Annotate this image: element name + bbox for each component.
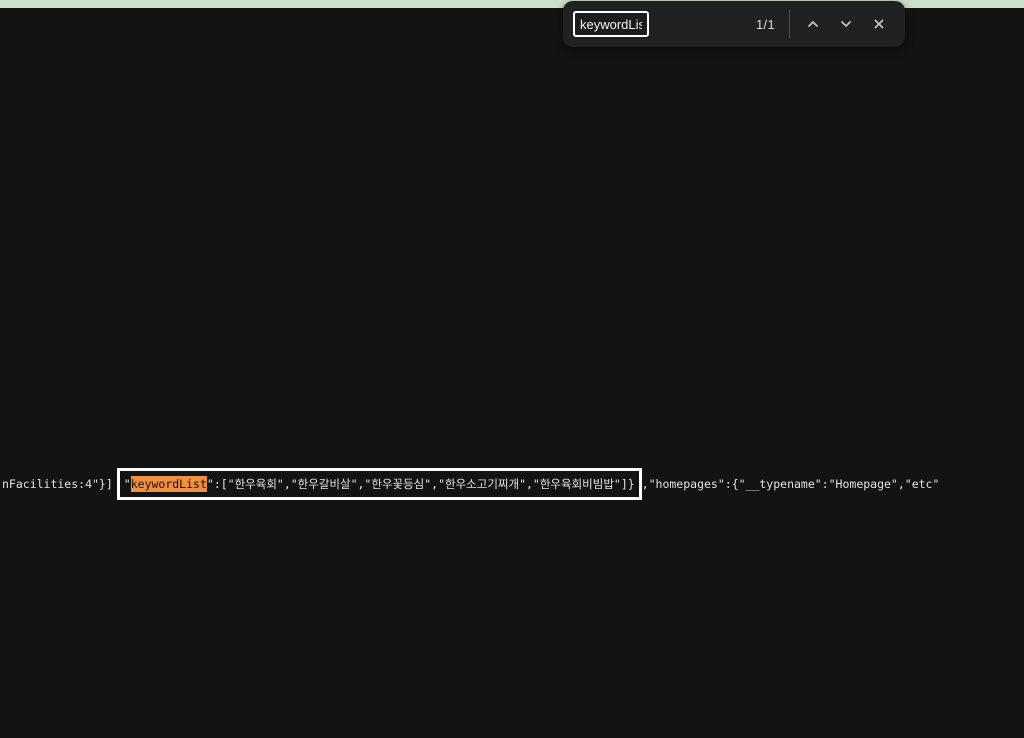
json-keyword-list-values: ":["한우육회","한우갈비살","한우꽃등심","한우소고기찌개","한우육…	[206, 477, 635, 491]
find-input[interactable]	[573, 11, 649, 37]
next-match-button[interactable]	[829, 7, 862, 41]
browser-page: 1/1 nFacilities:4"}] "keywordList":["한우육…	[0, 0, 1024, 738]
json-text-after-box: ,"homepages":{"__typename":"Homepage","e…	[641, 477, 940, 491]
close-icon	[872, 17, 886, 31]
search-match-highlight: keywordList	[130, 476, 207, 492]
chevron-down-icon	[839, 17, 853, 31]
find-in-page-bar: 1/1	[563, 1, 905, 47]
previous-match-button[interactable]	[796, 7, 829, 41]
findbar-divider	[789, 10, 790, 38]
match-count: 1/1	[756, 16, 775, 32]
chevron-up-icon	[806, 17, 820, 31]
json-open-quote: "	[123, 477, 131, 491]
json-text-before-box: nFacilities:4"}]	[2, 477, 113, 491]
annotation-highlight-box: "keywordList":["한우육회","한우갈비살","한우꽃등심","한…	[116, 468, 642, 500]
json-text-line: nFacilities:4"}] "keywordList":["한우육회","…	[0, 464, 1024, 504]
close-find-bar-button[interactable]	[862, 7, 895, 41]
